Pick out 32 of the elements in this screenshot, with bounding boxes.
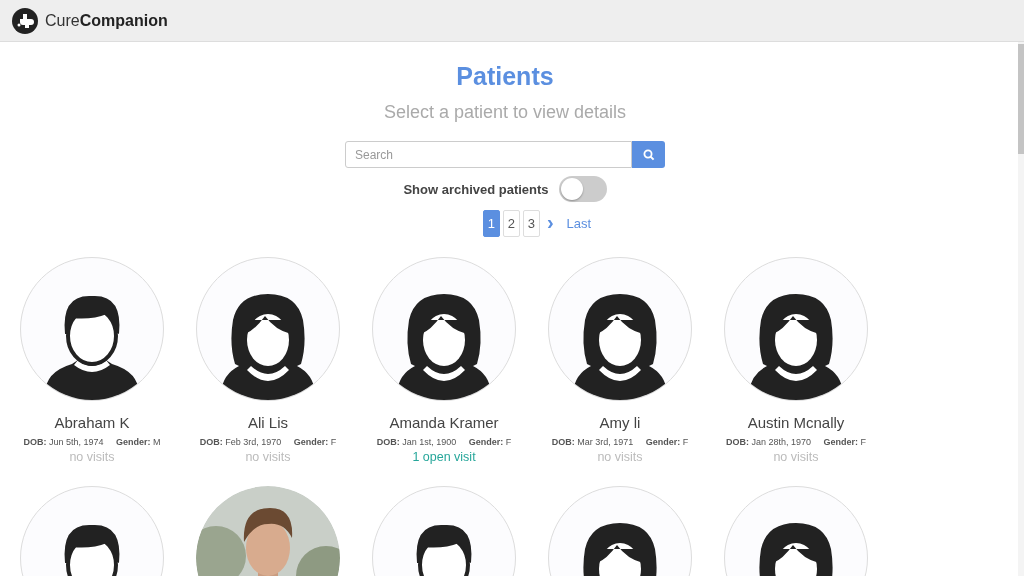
patient-name[interactable]: Amanda Kramer — [389, 414, 499, 431]
visits-status: no visits — [245, 450, 291, 464]
brand-name[interactable]: CureCompanion — [45, 11, 168, 30]
gender-text: Gender: M — [116, 437, 161, 447]
patient-name[interactable]: Abraham K — [54, 414, 130, 431]
dob-text: DOB: Mar 3rd, 1971 — [551, 437, 634, 447]
gender-text: Gender: F — [823, 437, 867, 447]
visits-status: 1 open visit — [412, 450, 476, 464]
search-field[interactable]: Search — [345, 141, 632, 168]
logo-icon — [12, 7, 38, 34]
toggle-label: Show archived patients — [403, 181, 549, 197]
visits-status: no visits — [69, 450, 115, 464]
dob-text: DOB: Jan 28th, 1970 — [725, 437, 811, 447]
search-button[interactable] — [632, 141, 665, 168]
patient-name[interactable]: Austin Mcnally — [747, 414, 845, 431]
page-title: Patients — [456, 62, 554, 91]
patient-name[interactable]: Ali Lis — [248, 414, 288, 431]
dob-text: DOB: Jan 1st, 1900 — [376, 437, 457, 447]
toggle-switch[interactable] — [558, 176, 607, 202]
dob-text: DOB: Feb 3rd, 1970 — [199, 437, 282, 447]
visits-status: no visits — [773, 450, 819, 464]
page-button[interactable]: 3 — [522, 210, 540, 237]
page-subtitle: Select a patient to view details — [383, 102, 627, 123]
gender-text: Gender: F — [293, 437, 337, 447]
search-icon — [642, 148, 655, 161]
gender-text: Gender: F — [468, 437, 512, 447]
visits-status: no visits — [597, 450, 643, 464]
page-button[interactable]: 2 — [502, 210, 520, 237]
gender-text: Gender: F — [645, 437, 689, 447]
patient-name[interactable]: Amy li — [599, 414, 641, 431]
scrollbar[interactable] — [1018, 42, 1024, 576]
dob-text: DOB: Jun 5th, 1974 — [23, 437, 104, 447]
